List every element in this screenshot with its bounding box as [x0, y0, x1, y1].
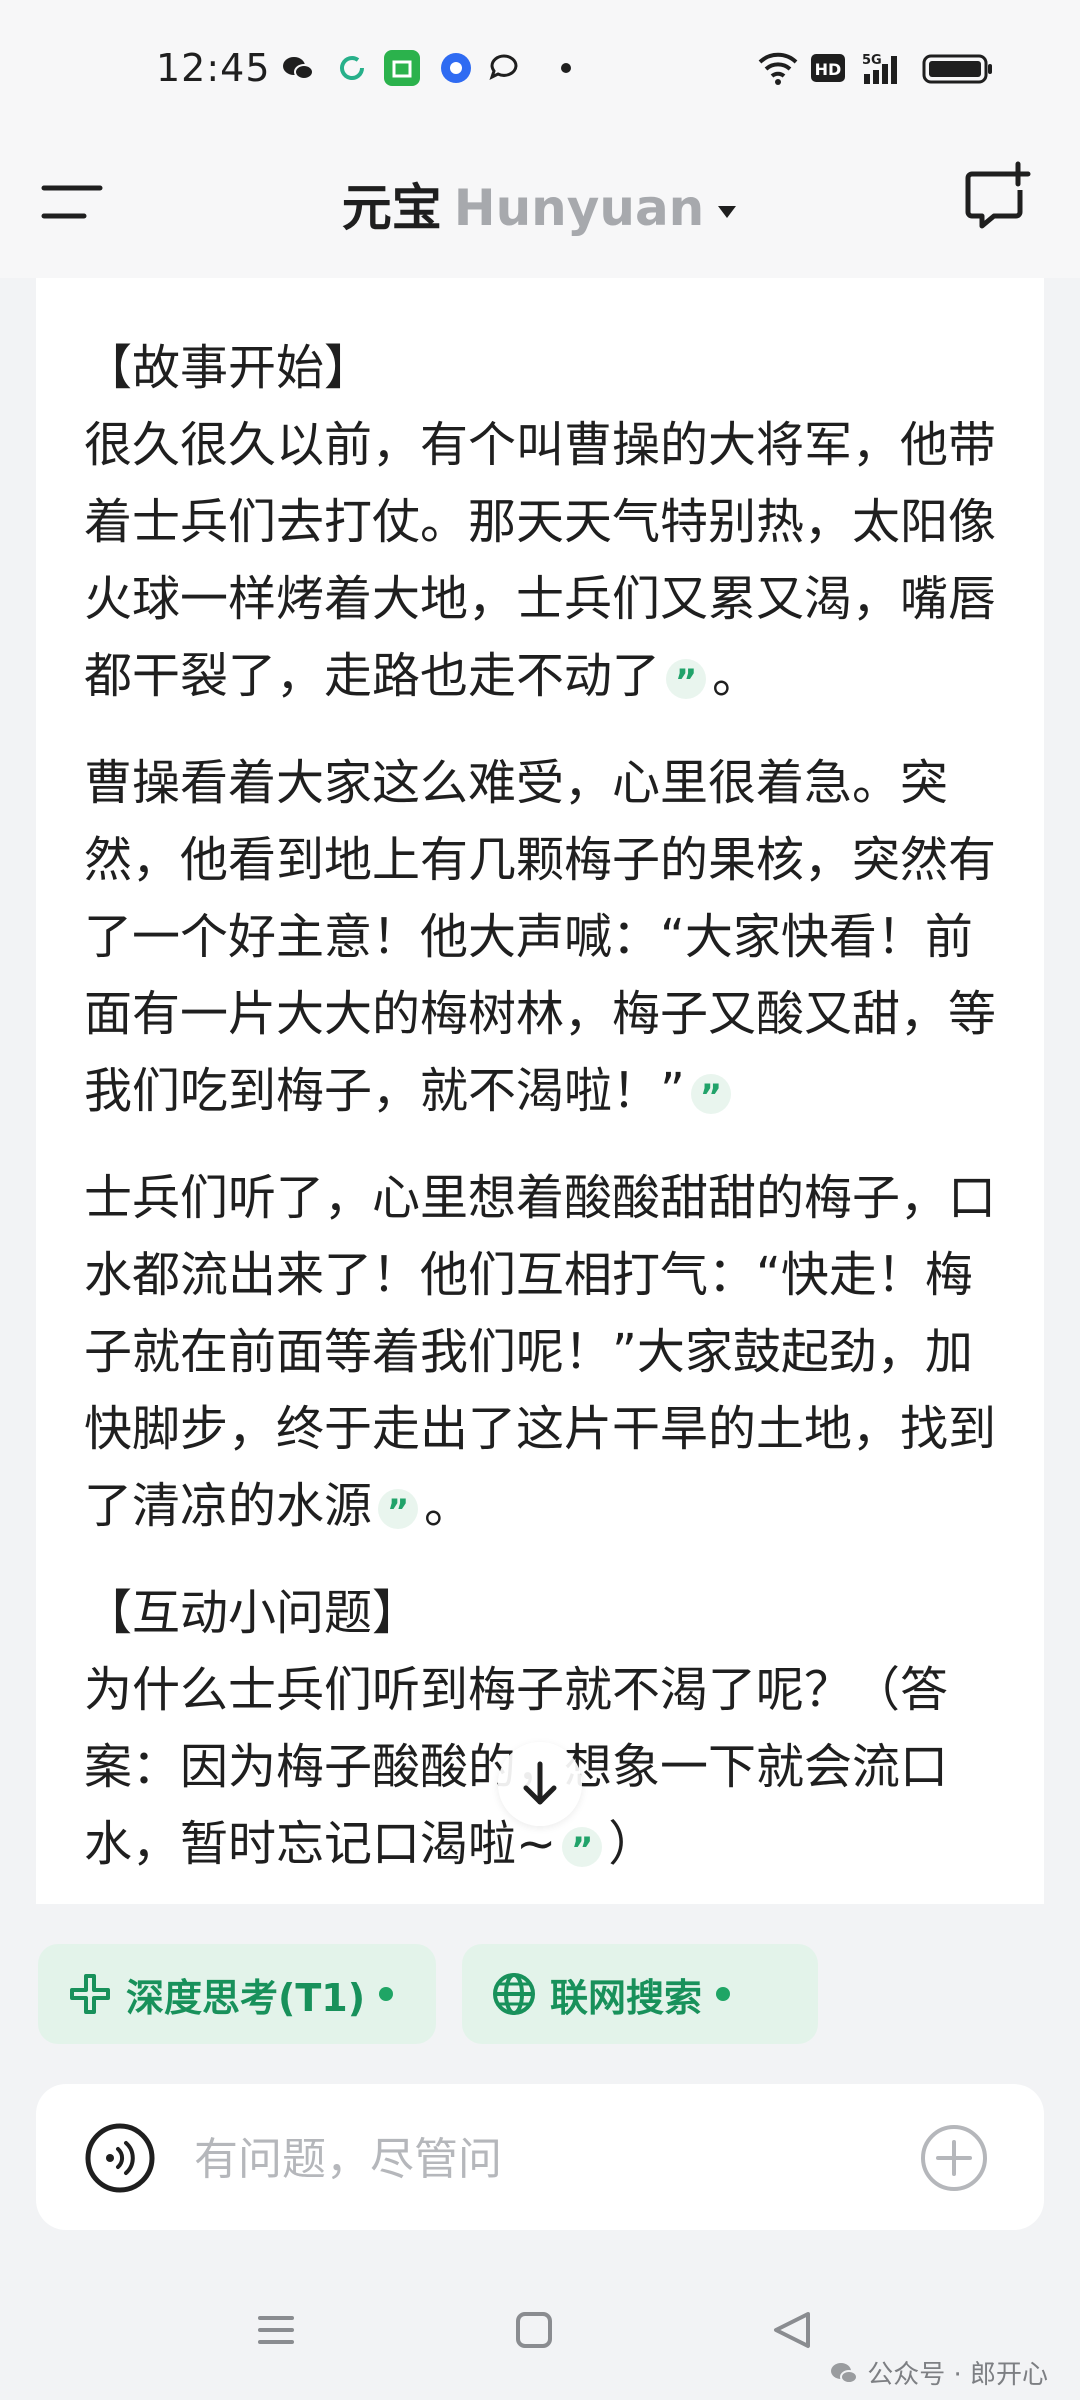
svg-text:5G: 5G: [862, 53, 882, 68]
story-section: 【故事开始】很久很久以前，有个叫曹操的大将军，他带着士兵们去打仗。那天天气特别热…: [84, 330, 1004, 715]
back-icon[interactable]: [768, 2306, 816, 2354]
hd-icon: HD: [811, 54, 845, 82]
story-section: 士兵们听了，心里想着酸酸甜甜的梅子，口水都流出来了！他们互相打气：“快走！梅子就…: [84, 1160, 1004, 1545]
assistant-message-card: 【故事开始】很久很久以前，有个叫曹操的大将军，他带着士兵们去打仗。那天天气特别热…: [36, 278, 1044, 1904]
more-notifications-icon: [561, 63, 571, 73]
status-dot: [379, 1987, 394, 2001]
add-attachment-icon[interactable]: [918, 2122, 990, 2194]
home-icon[interactable]: [510, 2306, 558, 2354]
composer: [36, 2084, 1044, 2230]
app-title: 元宝: [341, 179, 442, 237]
globe-icon: [493, 1973, 535, 2015]
voice-input-icon[interactable]: [84, 2122, 156, 2194]
deep-think-icon: [70, 1974, 110, 2014]
deep-think-toggle[interactable]: 深度思考(T1): [38, 1944, 436, 2044]
signal-5g-icon: 5G: [862, 53, 897, 84]
shopping-app-icon: [384, 50, 420, 86]
section-text: 曹操看着大家这么难受，心里很着急。突然，他看到地上有几颗梅子的果核，突然有了一个…: [84, 755, 997, 1119]
wechat-icon: [283, 57, 314, 80]
watermark-text: 公众号 · 郎开心: [867, 2360, 1048, 2390]
svg-text:HD: HD: [815, 60, 842, 79]
refresh-app-icon: [340, 56, 364, 80]
arrow-down-icon: [523, 1761, 557, 1805]
section-tail: 。: [424, 1478, 473, 1534]
watermark: 公众号 · 郎开心: [829, 2354, 1048, 2391]
assistant-message: 【故事开始】很久很久以前，有个叫曹操的大将军，他带着士兵们去打仗。那天天气特别热…: [84, 330, 1004, 1904]
status-bar: 12:45 HD 5G: [0, 0, 1080, 130]
section-heading: 【故事开始】: [84, 340, 373, 396]
message-input[interactable]: [192, 2122, 916, 2196]
recent-apps-icon[interactable]: [252, 2306, 300, 2354]
chip-label: 深度思考(T1): [126, 1975, 366, 2020]
chevron-down-icon: [718, 205, 737, 218]
new-chat-icon[interactable]: [960, 160, 1032, 232]
section-heading: 【互动小问题】: [84, 1585, 421, 1641]
status-time: 12:45: [156, 46, 271, 90]
chip-label: 联网搜索: [550, 1975, 703, 2020]
citation-icon[interactable]: ”: [378, 1489, 419, 1532]
app-header: 元宝 Hunyuan: [0, 130, 1080, 278]
chat-bubble-icon: [489, 54, 518, 80]
browser-app-icon: [441, 53, 471, 83]
story-section: 曹操看着大家这么难受，心里很着急。突然，他看到地上有几颗梅子的果核，突然有了一个…: [84, 745, 1004, 1130]
story-section: 【互动小问题】 为什么士兵们听到梅子就不渴了呢？（答案：因为梅子酸酸的，想象一下就…: [84, 1575, 1004, 1883]
web-search-toggle[interactable]: 联网搜索: [462, 1944, 818, 2044]
scroll-to-bottom-button[interactable]: [498, 1742, 582, 1826]
wechat-official-account-icon: [831, 2362, 859, 2384]
section-text: 士兵们听了，心里想着酸酸甜甜的梅子，口水都流出来了！他们互相打气：“快走！梅子就…: [84, 1170, 997, 1534]
section-text: 很久很久以前，有个叫曹操的大将军，他带着士兵们去打仗。那天天气特别热，太阳像火球…: [84, 417, 997, 704]
model-selector[interactable]: 元宝 Hunyuan: [0, 168, 1080, 240]
citation-icon[interactable]: ”: [562, 1827, 603, 1870]
battery-icon: [922, 54, 992, 84]
status-dot: [716, 1987, 731, 2001]
section-tail: 。: [712, 648, 761, 704]
citation-icon[interactable]: ”: [690, 1074, 731, 1117]
citation-icon[interactable]: ”: [666, 659, 707, 702]
model-name: Hunyuan: [453, 179, 705, 237]
wifi-icon: [758, 52, 798, 85]
section-tail: ）: [608, 1816, 657, 1872]
